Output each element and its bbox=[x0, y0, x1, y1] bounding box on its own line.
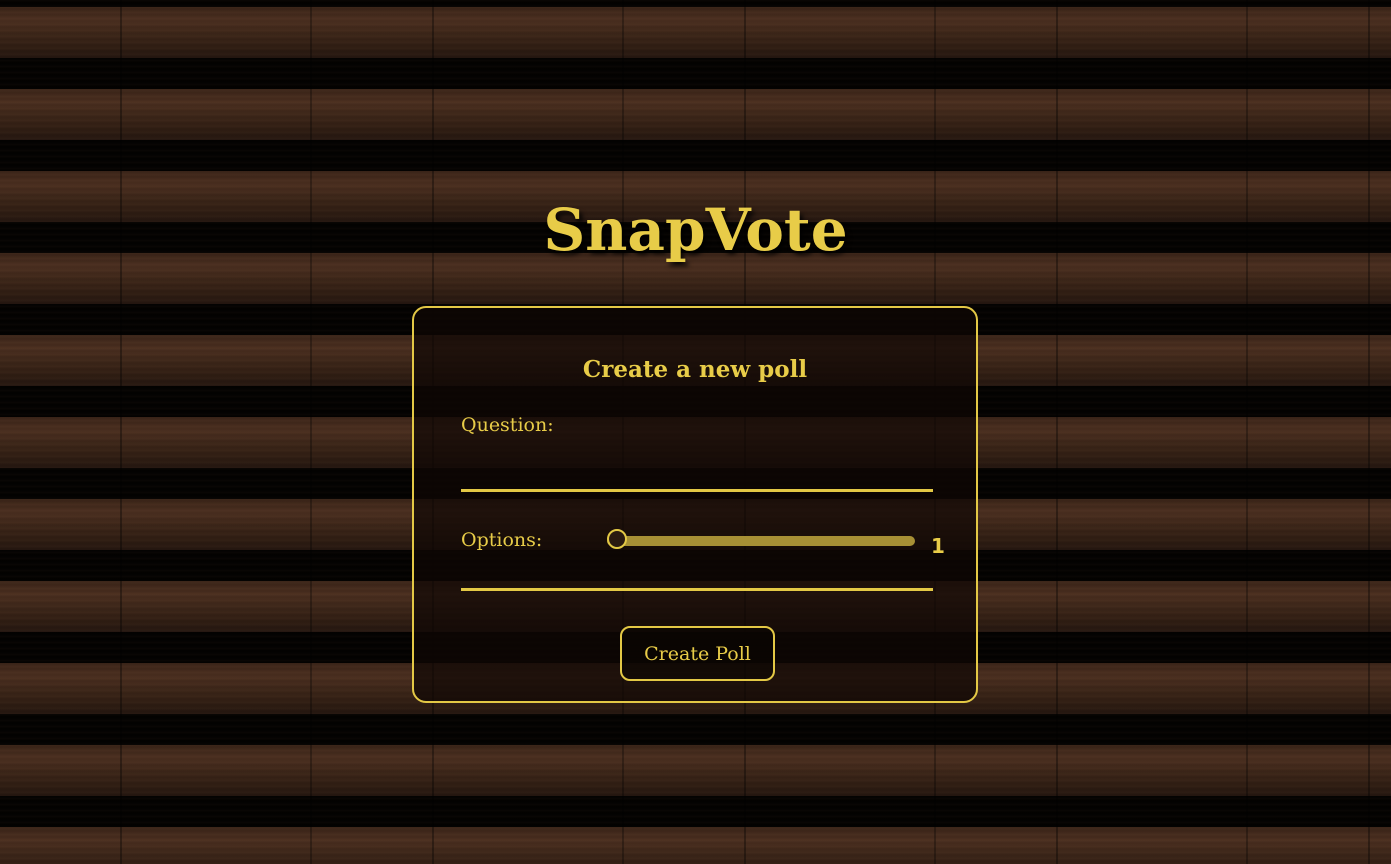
app-title: SnapVote bbox=[543, 196, 848, 264]
options-slider-track[interactable] bbox=[607, 536, 915, 546]
question-label: Question: bbox=[461, 414, 554, 436]
create-poll-card: Create a new poll Question: Options: 1 C… bbox=[412, 306, 978, 703]
options-divider bbox=[461, 588, 933, 591]
options-label: Options: bbox=[461, 529, 543, 551]
question-input[interactable] bbox=[461, 448, 933, 492]
options-count: 1 bbox=[931, 534, 945, 558]
options-slider-thumb[interactable] bbox=[607, 529, 627, 549]
form-heading: Create a new poll bbox=[582, 356, 808, 383]
create-poll-button[interactable]: Create Poll bbox=[620, 626, 775, 681]
